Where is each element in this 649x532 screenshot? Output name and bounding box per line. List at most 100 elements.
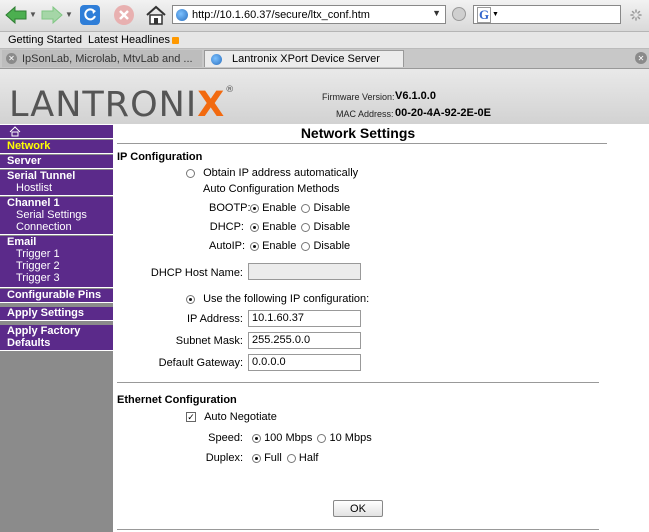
auto-methods-label: Auto Configuration Methods: [203, 183, 340, 195]
search-box[interactable]: G ▼: [473, 5, 621, 24]
stop-button[interactable]: [112, 3, 136, 27]
autoip-options: Enable Disable: [250, 240, 350, 252]
subnet-mask-input[interactable]: 255.255.0.0: [248, 332, 361, 349]
rss-icon: [171, 36, 179, 44]
forward-dropdown-icon[interactable]: ▼: [65, 10, 73, 19]
search-engine-icon[interactable]: G: [477, 6, 491, 23]
duplex-options: Full Half: [252, 452, 318, 464]
ip-address-label: IP Address:: [186, 313, 243, 325]
lantronix-logo: LANTRONIX®: [9, 85, 235, 125]
speed-100-label: 100 Mbps: [264, 432, 313, 444]
tab-ipsonlab[interactable]: ✕ IpSonLab, Microlab, MtvLab and ...: [2, 50, 202, 67]
duplex-half-label: Half: [298, 452, 319, 464]
tab-label: Lantronix XPort Device Server: [232, 53, 380, 65]
logo-reg: ®: [225, 85, 236, 95]
bootp-enable-radio[interactable]: [250, 203, 259, 213]
dhcp-disable-radio[interactable]: [301, 222, 311, 232]
reload-icon: [80, 5, 100, 25]
sidebar-item-configurable-pins[interactable]: Configurable Pins: [0, 289, 113, 303]
logo-text: LANTRONI: [9, 85, 198, 125]
subnet-mask-label: Subnet Mask:: [175, 335, 243, 347]
autoip-enable-radio[interactable]: [250, 241, 259, 251]
logo-x: X: [197, 85, 226, 125]
ip-address-input[interactable]: 10.1.60.37: [248, 310, 361, 327]
sidebar-item-trigger-1[interactable]: Trigger 1: [0, 248, 113, 260]
sidebar: Network Server Serial Tunnel Hostlist Ch…: [0, 125, 113, 532]
sidebar-item-label: Apply Factory: [7, 325, 81, 337]
dhcp-enable-radio[interactable]: [250, 222, 259, 232]
speed-10-label: 10 Mbps: [329, 432, 372, 444]
bootp-disable-radio[interactable]: [301, 203, 311, 213]
gateway-label: Default Gateway:: [158, 357, 243, 369]
globe-icon: [176, 8, 188, 21]
sidebar-item-serial-settings[interactable]: Serial Settings: [0, 209, 113, 221]
url-dropdown-icon[interactable]: ▼: [432, 8, 441, 18]
auto-negotiate-checkbox[interactable]: ✓: [186, 412, 196, 423]
bookmarks-bar: Getting Started Latest Headlines: [0, 32, 649, 49]
tab-bar: ✕ IpSonLab, Microlab, MtvLab and ... Lan…: [0, 49, 649, 69]
speed-10-radio[interactable]: [317, 433, 327, 443]
sidebar-item-serial-tunnel[interactable]: Serial Tunnel: [0, 170, 113, 182]
sidebar-item-connection[interactable]: Connection: [0, 221, 113, 233]
sidebar-item-channel-1[interactable]: Channel 1: [0, 197, 113, 209]
ok-button[interactable]: OK: [333, 500, 383, 517]
search-engine-dropdown-icon[interactable]: ▼: [492, 11, 499, 18]
ethernet-config-heading: Ethernet Configuration: [117, 394, 237, 406]
sidebar-item-trigger-2[interactable]: Trigger 2: [0, 260, 113, 272]
bootp-enable-label: Enable: [262, 202, 297, 214]
dhcp-host-input[interactable]: [248, 263, 361, 280]
back-arrow-icon: [5, 6, 27, 24]
obtain-auto-radio[interactable]: [186, 168, 195, 178]
sidebar-item-label: Defaults: [7, 337, 51, 349]
sidebar-item-apply-factory-defaults[interactable]: Apply Factory Defaults: [0, 325, 113, 351]
browser-toolbar: ▼ ▼ http://10.1.60.37/secure/ltx_conf.ht…: [0, 0, 649, 32]
autoip-disable-radio[interactable]: [301, 241, 311, 251]
gateway-input[interactable]: 0.0.0.0: [248, 354, 361, 371]
main-content: Network Settings IP Configuration Obtain…: [113, 125, 649, 532]
home-icon: [9, 126, 21, 137]
speed-100-radio[interactable]: [252, 433, 261, 443]
forward-arrow-icon: [41, 6, 63, 24]
speed-label: Speed:: [208, 432, 243, 444]
url-bar[interactable]: http://10.1.60.37/secure/ltx_conf.htm ▼: [172, 5, 446, 24]
sidebar-item-label: Configurable Pins: [7, 289, 102, 301]
mac-value: 00-20-4A-92-2E-0E: [395, 107, 491, 119]
autoip-enable-label: Enable: [262, 240, 297, 252]
close-tab-icon[interactable]: ✕: [635, 52, 647, 64]
sidebar-item-server[interactable]: Server: [0, 155, 113, 169]
sidebar-item-network[interactable]: Network: [0, 140, 113, 154]
home-button[interactable]: [144, 3, 168, 27]
sidebar-item-apply-settings[interactable]: Apply Settings: [0, 307, 113, 321]
stop-icon: [114, 5, 134, 25]
duplex-label: Duplex:: [205, 452, 243, 464]
duplex-half-radio[interactable]: [286, 453, 296, 463]
autoip-disable-label: Disable: [313, 240, 351, 252]
sidebar-item-trigger-3[interactable]: Trigger 3: [0, 272, 113, 284]
sidebar-item-hostlist[interactable]: Hostlist: [0, 182, 113, 194]
auto-negotiate-option: ✓ Auto Negotiate: [186, 411, 277, 423]
sidebar-group-email: Email Trigger 1 Trigger 2 Trigger 3: [0, 236, 113, 288]
go-button[interactable]: [452, 7, 466, 21]
bookmark-getting-started[interactable]: Getting Started: [8, 34, 82, 46]
reload-button[interactable]: [78, 3, 102, 27]
sidebar-item-label: Network: [7, 140, 51, 152]
tab-close-icon[interactable]: ✕: [6, 53, 17, 64]
forward-button[interactable]: [40, 3, 64, 27]
duplex-full-radio[interactable]: [252, 453, 261, 463]
firmware-value: V6.1.0.0: [395, 90, 436, 102]
page-title: Network Settings: [300, 125, 416, 141]
bookmark-latest-headlines[interactable]: Latest Headlines: [88, 34, 179, 46]
bookmark-label: Latest Headlines: [88, 34, 170, 46]
autoip-label: AutoIP:: [209, 240, 246, 252]
firmware-label: Firmware Version:: [322, 92, 395, 102]
back-button[interactable]: [4, 3, 28, 27]
back-dropdown-icon[interactable]: ▼: [29, 10, 37, 19]
page-header: LANTRONIX® Firmware Version: V6.1.0.0 MA…: [0, 69, 649, 125]
use-following-radio[interactable]: [186, 294, 195, 304]
tab-lantronix[interactable]: Lantronix XPort Device Server: [204, 50, 404, 67]
dhcp-host-label: DHCP Host Name:: [150, 267, 243, 279]
ip-config-heading: IP Configuration: [117, 151, 203, 163]
sidebar-item-email[interactable]: Email: [0, 236, 113, 248]
auto-negotiate-label: Auto Negotiate: [204, 411, 277, 423]
sidebar-home[interactable]: [0, 125, 113, 139]
